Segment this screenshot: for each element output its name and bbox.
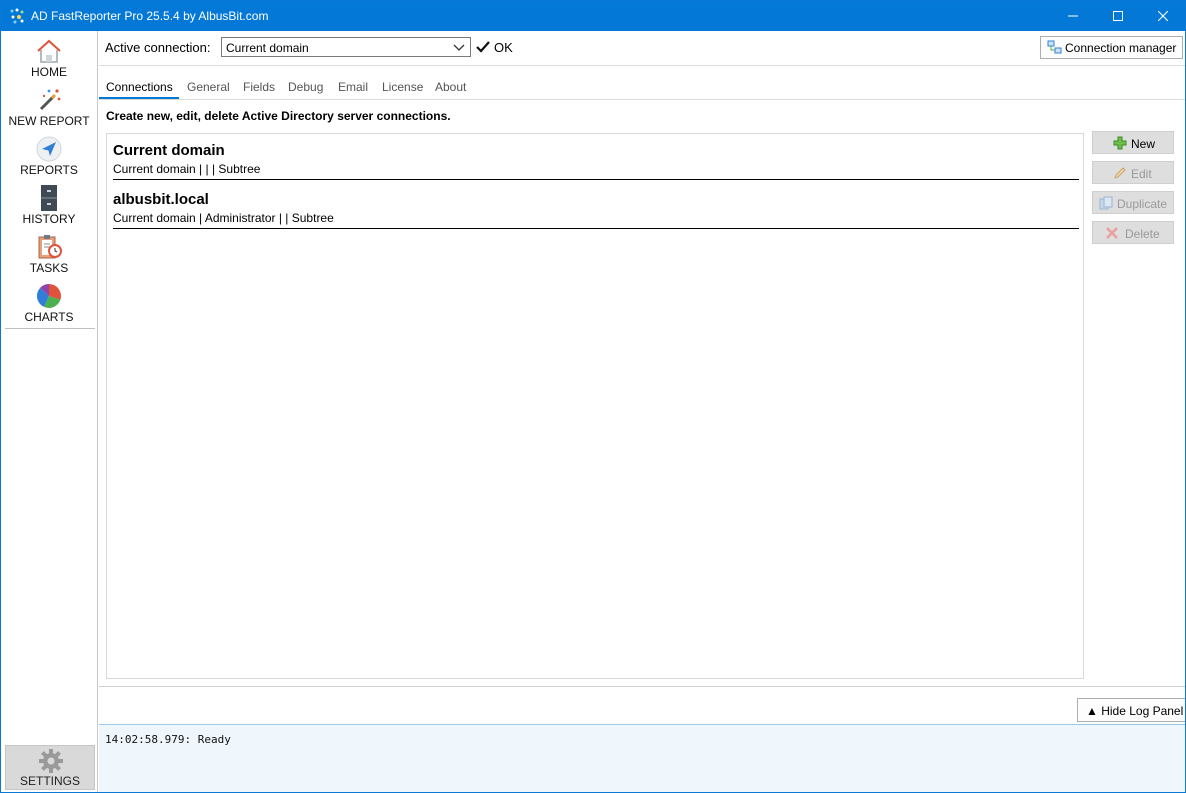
sidebar-item-label: CHARTS [24,310,74,324]
sidebar-item-charts[interactable]: CHARTS [1,279,97,328]
pencil-icon [1114,167,1126,179]
sidebar-item-new-report[interactable]: NEW REPORT [1,83,97,132]
close-icon [1158,11,1168,21]
gear-icon [39,749,63,773]
tab-email[interactable]: Email [338,80,368,94]
connection-details: Current domain | | | Subtree [113,162,261,176]
new-button[interactable]: New [1092,131,1174,154]
connection-manager-button[interactable]: Connection manager [1040,36,1183,59]
sidebar-item-tasks[interactable]: TASKS [1,230,97,279]
connection-status: OK [494,40,513,55]
connection-details: Current domain | Administrator | | Subtr… [113,211,334,225]
delete-icon [1106,227,1118,239]
sidebar-item-history[interactable]: HISTORY [1,181,97,230]
filing-cabinet-icon [41,185,57,211]
list-item[interactable]: Current domain Current domain | | | Subt… [113,136,1079,180]
tab-connections[interactable]: Connections [106,80,173,94]
list-item[interactable]: albusbit.local Current domain | Administ… [113,185,1079,229]
title-bar[interactable]: AD FastReporter Pro 25.5.4 by AlbusBit.c… [1,1,1185,31]
log-panel[interactable]: 14:02:58.979: Ready [99,724,1185,792]
home-icon [37,39,61,63]
clipboard-clock-icon [38,235,62,259]
active-connection-value: Current domain [226,41,309,55]
duplicate-button[interactable]: Duplicate [1092,191,1174,214]
sidebar-item-reports[interactable]: REPORTS [1,132,97,181]
connection-name: Current domain [113,142,225,159]
sidebar-item-label: NEW REPORT [8,114,90,128]
duplicate-button-label: Duplicate [1117,197,1168,211]
sidebar: HOME NEW REPORT REPORTS HISTORY TASKS CH… [1,31,98,792]
app-logo-icon [10,8,24,24]
hide-log-panel-label: ▲ Hide Log Panel [1086,704,1184,718]
tab-about[interactable]: About [435,80,466,94]
minimize-icon [1068,15,1078,17]
close-button[interactable] [1140,1,1185,31]
sidebar-item-home[interactable]: HOME [1,34,97,83]
navigation-arrow-icon [36,136,62,162]
sidebar-divider [5,328,95,329]
connection-manager-label: Connection manager [1065,41,1177,55]
magic-wand-icon [39,89,61,111]
chevron-down-icon [453,44,465,51]
log-line: 14:02:58.979: Ready [105,733,231,746]
connection-name: albusbit.local [113,191,209,208]
maximize-icon [1113,11,1123,21]
sidebar-item-label: TASKS [29,261,69,275]
tab-license[interactable]: License [382,80,423,94]
sidebar-item-label: HISTORY [22,212,76,226]
sidebar-item-label: REPORTS [20,163,78,177]
sidebar-item-settings[interactable]: SETTINGS [5,745,95,790]
window-title: AD FastReporter Pro 25.5.4 by AlbusBit.c… [31,9,269,23]
tab-debug[interactable]: Debug [288,80,323,94]
active-connection-label: Active connection: [105,40,211,55]
delete-button-label: Delete [1125,227,1160,241]
active-connection-select[interactable]: Current domain [221,37,471,57]
delete-button[interactable]: Delete [1092,221,1174,244]
tab-divider [99,99,1185,100]
page-description: Create new, edit, delete Active Director… [106,109,451,123]
content-divider [99,686,1185,687]
header-divider [99,65,1185,66]
hide-log-panel-button[interactable]: ▲ Hide Log Panel [1077,698,1185,722]
network-icon [1047,40,1062,54]
plus-icon [1113,136,1127,150]
sidebar-item-label: HOME [31,65,67,79]
tab-fields[interactable]: Fields [243,80,275,94]
edit-button-label: Edit [1131,167,1152,181]
connections-list[interactable]: Current domain Current domain | | | Subt… [106,133,1084,679]
pie-chart-icon [36,283,61,308]
copy-icon [1099,196,1113,210]
new-button-label: New [1131,137,1156,151]
edit-button[interactable]: Edit [1092,161,1174,184]
app-window: AD FastReporter Pro 25.5.4 by AlbusBit.c… [0,0,1186,793]
settings-label: SETTINGS [19,774,80,788]
minimize-button[interactable] [1050,1,1096,31]
tab-general[interactable]: General [187,80,230,94]
checkmark-icon [476,41,490,53]
maximize-button[interactable] [1095,1,1141,31]
